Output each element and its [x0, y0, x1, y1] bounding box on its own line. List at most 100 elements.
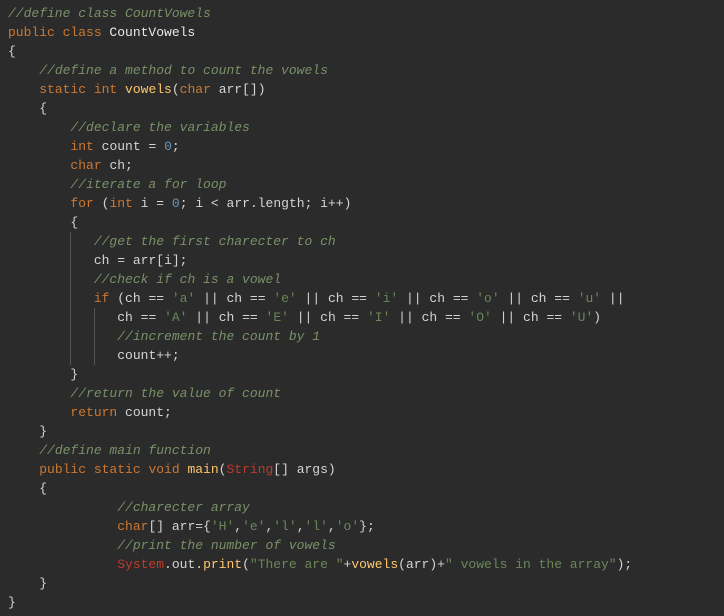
- code-token: =: [148, 196, 171, 211]
- code-line: }: [8, 422, 716, 441]
- code-token: 'U': [570, 310, 593, 325]
- code-token: //get the first charecter to ch: [94, 234, 336, 249]
- code-token: ==: [539, 310, 570, 325]
- code-token: 'I': [367, 310, 390, 325]
- code-token: //define main function: [39, 443, 211, 458]
- code-token: 'i': [375, 291, 398, 306]
- code-token: [8, 443, 39, 458]
- code-token: ;: [305, 196, 321, 211]
- code-token: [70, 310, 93, 325]
- code-token: i: [320, 196, 328, 211]
- code-line: count++;: [8, 346, 716, 365]
- code-token: ||: [492, 310, 523, 325]
- code-token: count: [102, 139, 141, 154]
- code-line: public static void main(String[] args): [8, 460, 716, 479]
- code-token: ;: [164, 405, 172, 420]
- code-token: [94, 348, 117, 363]
- code-token: vowels: [125, 82, 172, 97]
- code-token: static: [39, 82, 94, 97]
- code-token: //charecter array: [117, 500, 250, 515]
- code-token: [8, 405, 70, 420]
- code-token: [8, 329, 70, 344]
- code-token: ch: [109, 158, 125, 173]
- code-token: ||: [297, 291, 328, 306]
- code-token: //return the value of count: [70, 386, 281, 401]
- code-token: //iterate a for loop: [70, 177, 226, 192]
- code-token: int: [70, 139, 101, 154]
- code-token: ch: [422, 310, 438, 325]
- code-token: //print the number of vowels: [117, 538, 335, 553]
- code-line: {: [8, 479, 716, 498]
- code-token: [8, 538, 117, 553]
- code-line: //declare the variables: [8, 118, 716, 137]
- code-token: ={: [195, 519, 211, 534]
- code-token: ch: [531, 291, 547, 306]
- code-line: //return the value of count: [8, 384, 716, 403]
- code-token: " vowels in the array": [445, 557, 617, 572]
- code-token: [8, 139, 70, 154]
- code-token: ch: [523, 310, 539, 325]
- code-line: return count;: [8, 403, 716, 422]
- code-token: {: [8, 44, 16, 59]
- code-token: public: [39, 462, 94, 477]
- code-token: main: [187, 462, 218, 477]
- code-token: [8, 158, 70, 173]
- code-token: ch: [219, 310, 235, 325]
- code-token: (: [172, 82, 180, 97]
- code-token: ||: [187, 310, 218, 325]
- code-line: int count = 0;: [8, 137, 716, 156]
- code-token: ==: [141, 291, 172, 306]
- code-token: char: [180, 82, 219, 97]
- code-token: char: [117, 519, 148, 534]
- code-token: ): [593, 310, 601, 325]
- code-token: ||: [390, 310, 421, 325]
- code-token: .: [250, 196, 258, 211]
- code-token: arr: [172, 519, 195, 534]
- code-token: vowels: [351, 557, 398, 572]
- code-line: }: [8, 574, 716, 593]
- code-token: [8, 101, 39, 116]
- code-token: ch: [117, 310, 133, 325]
- code-token: print: [203, 557, 242, 572]
- code-token: []: [273, 462, 296, 477]
- code-token: [8, 177, 70, 192]
- code-token: ch: [328, 291, 344, 306]
- code-token: [8, 386, 70, 401]
- code-token: arr: [227, 196, 250, 211]
- code-token: 'A': [164, 310, 187, 325]
- code-line: {: [8, 213, 716, 232]
- code-token: char: [70, 158, 109, 173]
- code-token: 'u': [578, 291, 601, 306]
- code-token: ): [344, 196, 352, 211]
- code-token: {: [70, 215, 78, 230]
- code-token: [70, 234, 93, 249]
- code-token: (: [398, 557, 406, 572]
- code-token: i: [164, 253, 172, 268]
- code-token: [8, 367, 70, 382]
- code-line: //get the first charecter to ch: [8, 232, 716, 251]
- code-token: [8, 63, 39, 78]
- code-token: //check if ch is a vowel: [94, 272, 281, 287]
- code-token: count: [125, 405, 164, 420]
- code-token: [8, 500, 117, 515]
- code-token: if: [94, 291, 117, 306]
- code-token: 'O': [468, 310, 491, 325]
- code-token: ;: [172, 139, 180, 154]
- code-token: [70, 253, 93, 268]
- code-token: [8, 291, 70, 306]
- code-token: (: [117, 291, 125, 306]
- code-token: [70, 329, 93, 344]
- code-token: [8, 253, 70, 268]
- code-line: }: [8, 365, 716, 384]
- code-token: [8, 272, 70, 287]
- code-token: //declare the variables: [70, 120, 249, 135]
- code-token: };: [359, 519, 375, 534]
- code-line: ch == 'A' || ch == 'E' || ch == 'I' || c…: [8, 308, 716, 327]
- code-token: ,: [297, 519, 305, 534]
- code-token: .: [164, 557, 172, 572]
- code-token: ch: [320, 310, 336, 325]
- code-token: "There are ": [250, 557, 344, 572]
- code-token: [94, 310, 117, 325]
- code-token: i: [195, 196, 203, 211]
- code-token: .: [195, 557, 203, 572]
